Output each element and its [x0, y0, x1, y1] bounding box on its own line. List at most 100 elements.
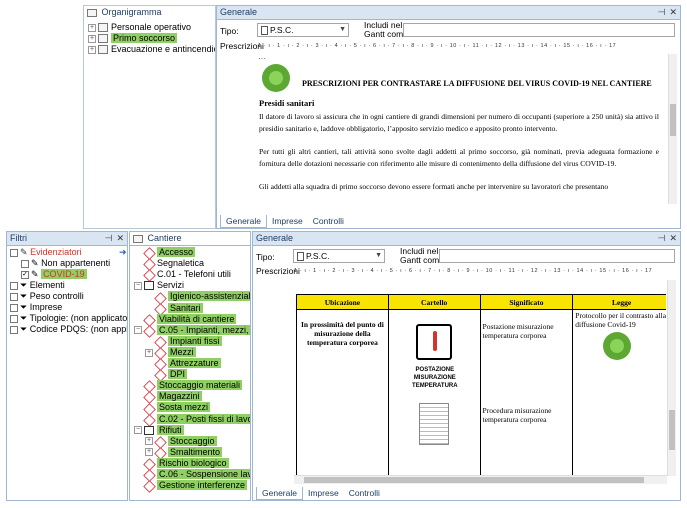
filter-peso-controlli[interactable]: ⏷ Peso controlli — [10, 291, 84, 302]
filtri-title-bar: Filtri ⊣ ✕ — [7, 232, 127, 246]
cantiere-item[interactable]: C.06 - Sospensione lavori — [134, 469, 250, 480]
expand-icon[interactable]: + — [145, 348, 153, 357]
cantiere-item-label: Igienico-assistenziali — [168, 291, 250, 302]
cantiere-item-label: Stoccaggio — [168, 435, 217, 446]
cantiere-item[interactable]: − C.05 - Impianti, mezzi, materiali — [134, 324, 250, 336]
filter-tipologie[interactable]: ⏷ Tipologie: (non applicato) — [10, 313, 127, 324]
tab-controlli[interactable]: Controlli — [344, 487, 385, 500]
tab-controlli[interactable]: Controlli — [308, 215, 349, 228]
cantiere-item-label: DPI — [168, 369, 188, 380]
cantiere-item[interactable]: C.02 - Posti fissi di lavoro — [134, 413, 250, 425]
tab-generale[interactable]: Generale — [256, 487, 303, 500]
tab-imprese[interactable]: Imprese — [303, 487, 344, 500]
gantt-input[interactable] — [439, 249, 675, 263]
cantiere-item[interactable]: Stoccaggio materiali — [134, 380, 243, 391]
expand-icon[interactable]: + — [88, 45, 96, 54]
cantiere-item[interactable]: Magazzini — [134, 391, 202, 402]
filter-evidenziatori[interactable]: ✎ Evidenziatori — [10, 247, 82, 258]
checkbox[interactable] — [10, 292, 18, 301]
arrow-right-icon[interactable]: ➜ — [119, 247, 127, 258]
doc-heading: PRESCRIZIONI PER CONTRASTARE LA DIFFUSIO… — [302, 79, 652, 88]
expand-icon[interactable]: + — [88, 23, 96, 32]
checkbox[interactable] — [10, 281, 18, 290]
vertical-scrollbar[interactable] — [667, 280, 676, 476]
cantiere-item[interactable]: Viabilità di cantiere — [134, 313, 237, 325]
document-editor[interactable]: … PRESCRIZIONI PER CONTRASTARE LA DIFFUS… — [258, 54, 661, 202]
cantiere-item[interactable]: Gestione interferenze — [134, 480, 248, 491]
cantiere-item[interactable]: Sanitari — [145, 302, 203, 314]
organigramma-panel: Organigramma + Personale operativo + Primo… — [83, 5, 216, 229]
filter-non-appartenenti[interactable]: ✎ Non appartenenti — [21, 258, 110, 269]
hazard-sign-icon — [155, 448, 165, 457]
cantiere-item[interactable]: Igienico-assistenziali — [145, 291, 250, 302]
pin-icon[interactable]: ⊣ — [105, 233, 113, 243]
filter-elementi[interactable]: ⏷ Elementi — [10, 280, 65, 291]
cantiere-item-label: Sanitari — [168, 302, 203, 313]
scroll-thumb[interactable] — [669, 410, 675, 450]
filter-label: Non appartenenti — [41, 258, 111, 268]
checkbox[interactable] — [10, 303, 18, 312]
cantiere-item-label: Smaltimento — [168, 446, 223, 457]
tab-imprese[interactable]: Imprese — [267, 215, 308, 228]
tab-generale[interactable]: Generale — [220, 215, 267, 228]
vertical-scrollbar[interactable] — [668, 54, 677, 204]
organigramma-icon — [87, 8, 97, 17]
checkbox[interactable] — [10, 314, 18, 323]
close-icon[interactable]: ✕ — [669, 233, 677, 243]
pin-icon[interactable]: ⊣ — [658, 7, 666, 17]
gantt-input[interactable] — [403, 23, 675, 37]
hazard-sign-icon — [155, 293, 165, 302]
expand-icon[interactable]: − — [134, 426, 142, 435]
close-icon[interactable]: ✕ — [669, 7, 677, 17]
cantiere-item[interactable]: Rischio biologico — [134, 457, 229, 469]
scroll-thumb[interactable] — [670, 104, 676, 136]
org-item-evacuazione[interactable]: + Evacuazione e antincendio — [88, 44, 215, 55]
checkbox[interactable] — [21, 259, 29, 268]
tipo-select[interactable]: P.S.C. ▼ — [293, 249, 385, 263]
document-editor[interactable]: Ubicazione Cartello Significato Legge In… — [294, 280, 666, 476]
scroll-thumb[interactable] — [304, 477, 644, 483]
filter-imprese[interactable]: ⏷ Imprese — [10, 302, 62, 313]
cantiere-item[interactable]: Accesso — [134, 247, 196, 258]
cantiere-item[interactable]: + Mezzi — [145, 346, 196, 358]
cantiere-item[interactable]: DPI — [145, 369, 188, 380]
cantiere-item-label: Viabilità di cantiere — [157, 313, 237, 324]
doc-paragraph-3: Gli addetti alla squadra di primo soccor… — [259, 182, 609, 191]
cantiere-item[interactable]: − Servizi — [134, 280, 184, 291]
filter-label: COVID-19 — [41, 269, 87, 279]
cantiere-item[interactable]: + Stoccaggio — [145, 435, 217, 447]
filter-codice-pdqs[interactable]: ⏷ Codice PDQS: (non applicato) — [10, 324, 127, 335]
hazard-sign-icon — [144, 481, 154, 490]
cantiere-item-label: Rischio biologico — [157, 457, 229, 468]
cantiere-item-label: Attrezzature — [168, 358, 221, 368]
expand-icon[interactable]: + — [88, 34, 96, 43]
expand-icon[interactable]: − — [134, 281, 142, 290]
generale-bottom-title: Generale — [256, 233, 294, 243]
filter-covid19[interactable]: ✓ ✎ COVID-19 — [21, 269, 87, 280]
pencil-icon: ✎ — [31, 258, 39, 268]
cantiere-item[interactable]: Attrezzature — [145, 358, 221, 369]
checkbox-checked[interactable]: ✓ — [21, 270, 29, 279]
cantiere-item[interactable]: Sosta mezzi — [134, 402, 211, 413]
cantiere-item[interactable]: Impianti fissi — [145, 335, 222, 347]
organigramma-title-bar: Organigramma — [84, 6, 215, 20]
org-item-primo-soccorso[interactable]: + Primo soccorso — [88, 33, 178, 44]
horizontal-scrollbar[interactable] — [294, 475, 667, 484]
checkbox[interactable] — [10, 248, 18, 257]
cantiere-item[interactable]: Segnaletica — [134, 258, 204, 269]
hazard-sign-icon — [144, 270, 154, 279]
org-item-personale[interactable]: + Personale operativo — [88, 22, 191, 33]
expand-icon[interactable]: + — [145, 437, 153, 446]
generale-top-title-bar: Generale ⊣ ✕ — [217, 6, 680, 20]
close-icon[interactable]: ✕ — [116, 233, 124, 243]
tipo-select[interactable]: P.S.C. ▼ — [257, 23, 349, 37]
checkbox[interactable] — [10, 325, 18, 334]
expand-icon[interactable]: − — [134, 326, 142, 335]
cantiere-item[interactable]: C.01 - Telefoni utili — [134, 269, 231, 280]
expand-icon[interactable]: + — [145, 448, 153, 457]
cantiere-item[interactable]: − Rifiuti — [134, 424, 184, 436]
doc-icon — [297, 252, 304, 262]
pin-icon[interactable]: ⊣ — [658, 233, 666, 243]
cantiere-item-label: Sosta mezzi — [157, 402, 211, 413]
cantiere-item[interactable]: + Smaltimento — [145, 446, 223, 458]
